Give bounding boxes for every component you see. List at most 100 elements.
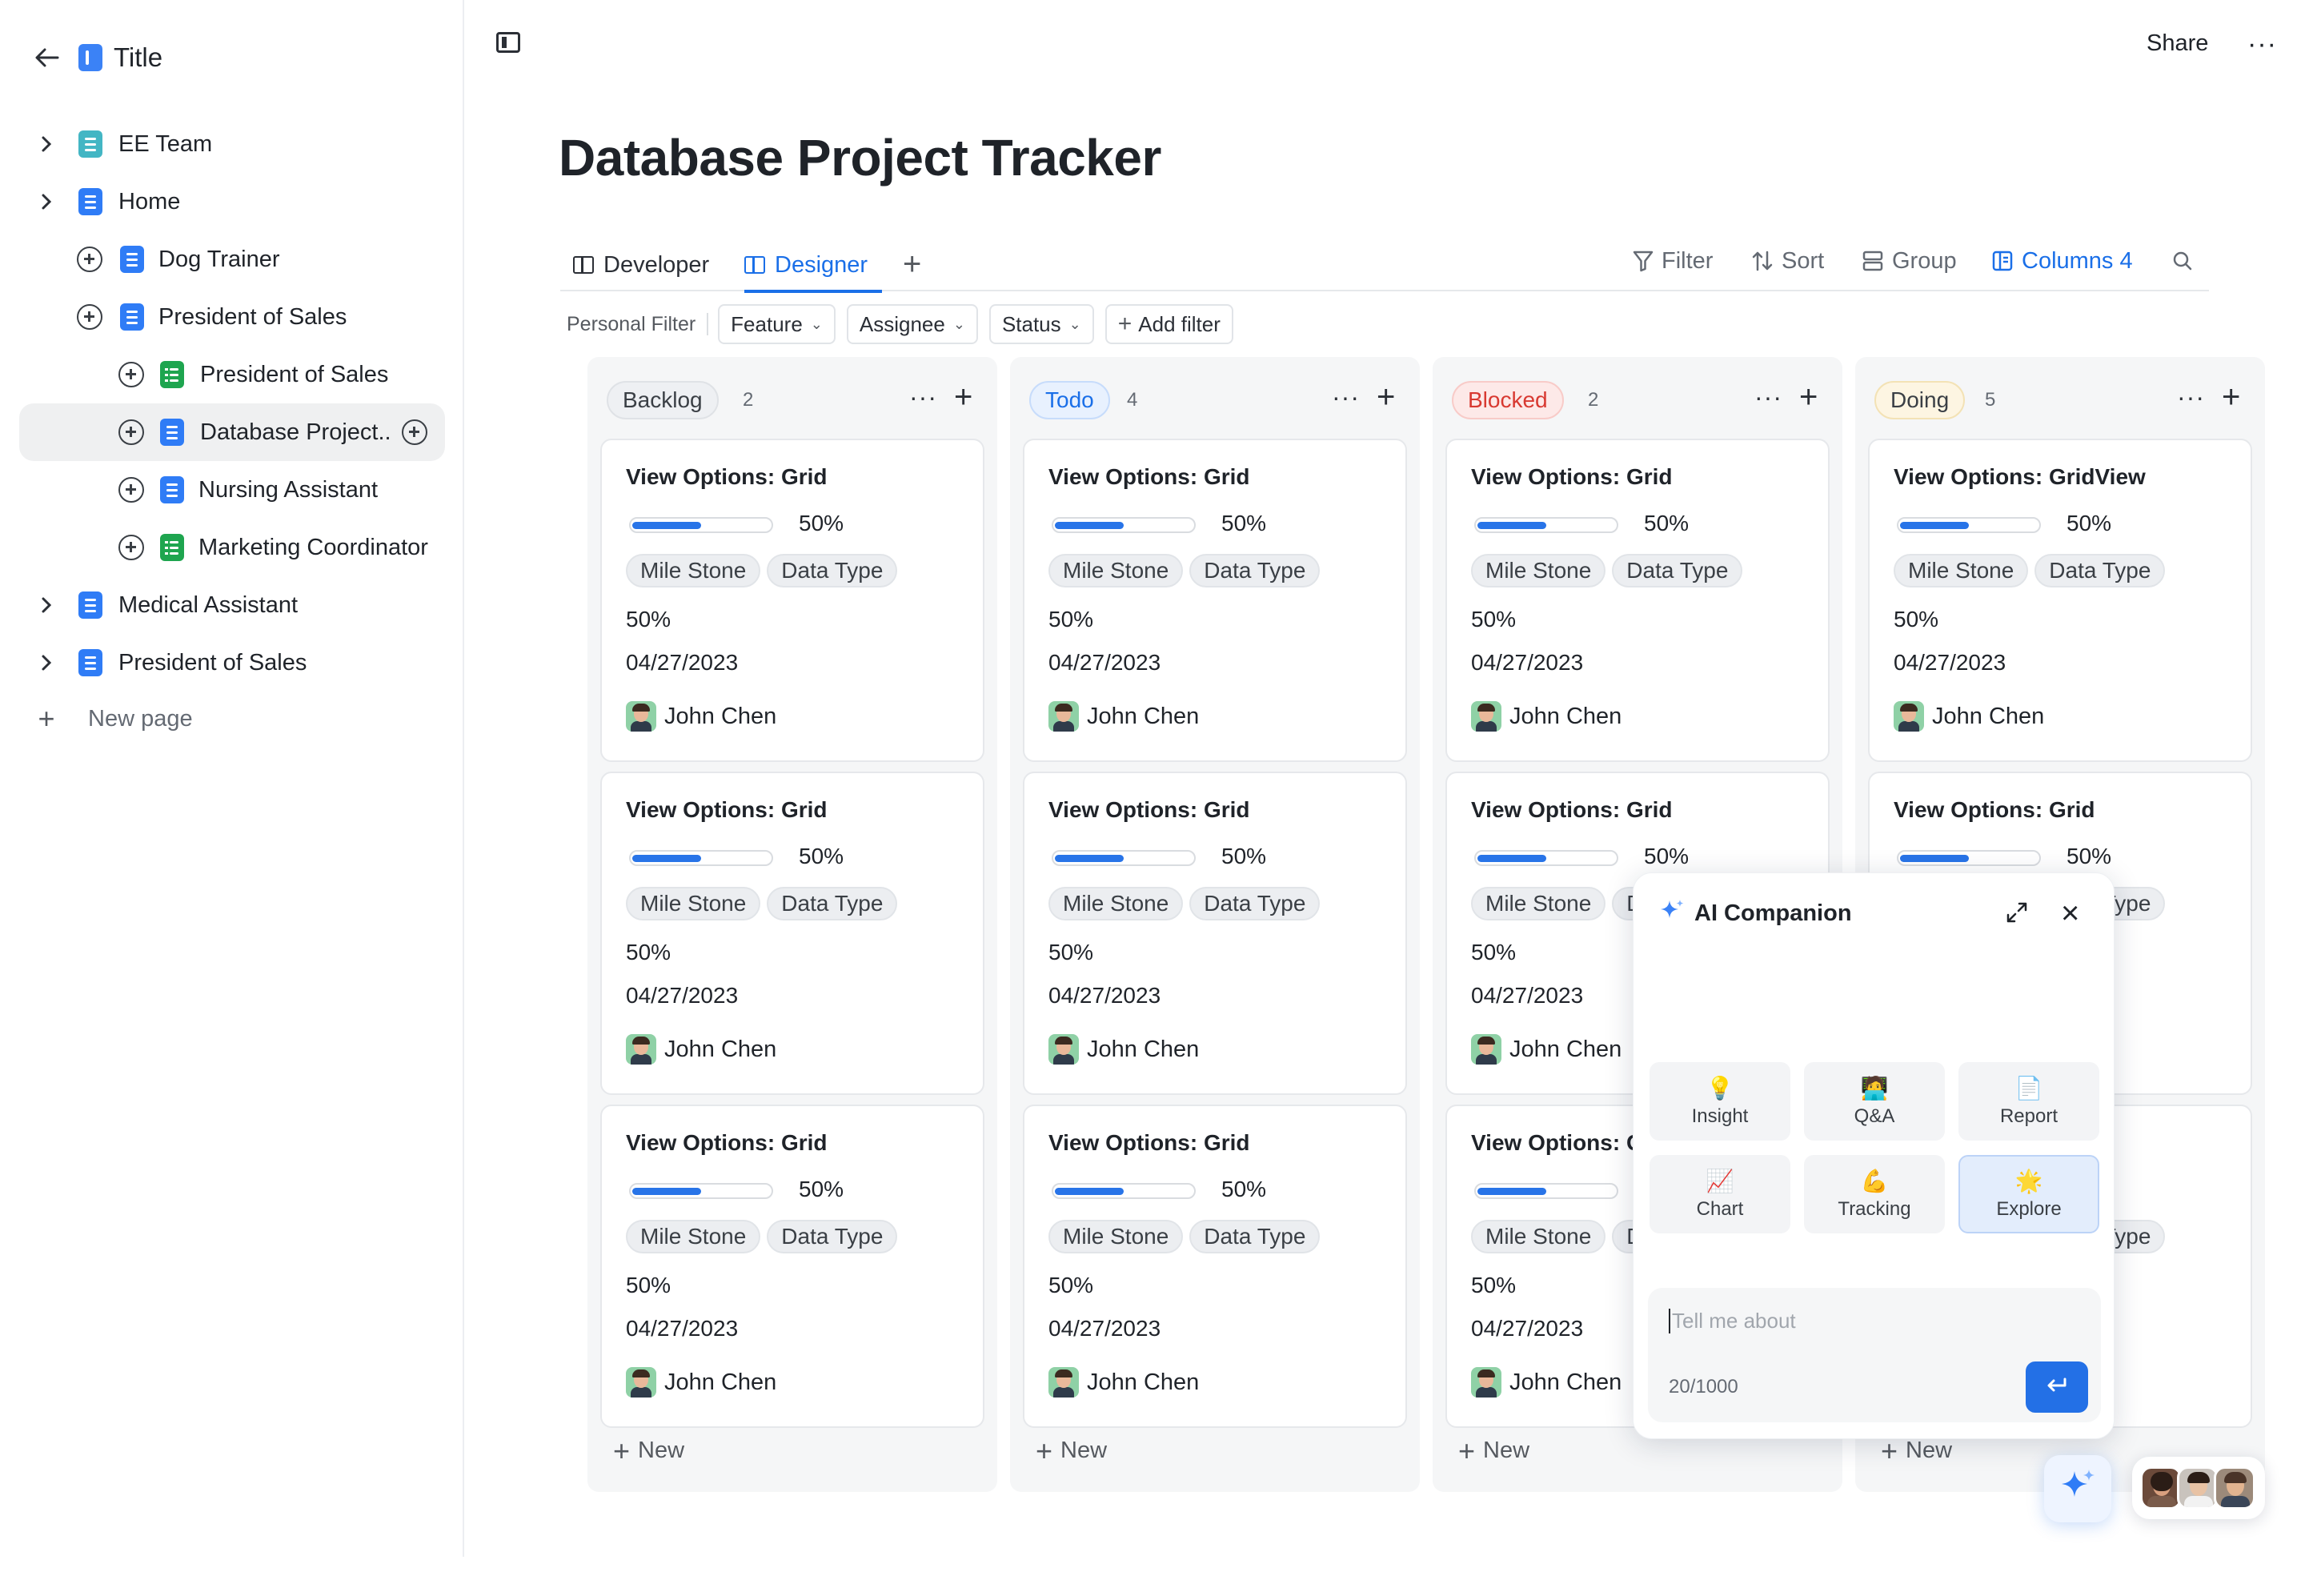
- new-card-button[interactable]: + New: [1458, 1436, 1529, 1465]
- search-button[interactable]: [2172, 245, 2201, 277]
- add-circle-icon[interactable]: [77, 304, 102, 330]
- tree-item-database-project[interactable]: Database Project..: [19, 403, 445, 461]
- ai-option-label: Insight: [1691, 1105, 1749, 1127]
- tree-item-president-of-sales-sheet[interactable]: President of Sales: [19, 346, 445, 403]
- tree-item-label: EE Team: [118, 130, 213, 157]
- add-filter-button[interactable]: + Add filter: [1104, 304, 1233, 344]
- personal-filter-label[interactable]: Personal Filter: [560, 313, 702, 336]
- more-options-icon[interactable]: ···: [2177, 383, 2205, 412]
- status-badge[interactable]: Todo: [1029, 381, 1110, 419]
- tree-item-dog-trainer[interactable]: Dog Trainer: [19, 231, 445, 288]
- tree-item-ee-team[interactable]: EE Team: [19, 115, 445, 173]
- ai-option-qa[interactable]: 🧑‍💻 Q&A: [1804, 1062, 1945, 1141]
- more-options-icon[interactable]: ···: [1754, 383, 1782, 412]
- add-view-button[interactable]: +: [903, 248, 921, 280]
- add-circle-icon[interactable]: [77, 247, 102, 272]
- card-title: View Options: Grid: [626, 797, 828, 822]
- card[interactable]: View Options: Grid 50% Mile Stone Data T…: [1023, 772, 1407, 1095]
- columns-button[interactable]: Columns 4: [1991, 245, 2133, 277]
- avatar: [2140, 1466, 2182, 1510]
- filter-button[interactable]: Filter: [1633, 245, 1713, 277]
- collaborators-avatars[interactable]: [2132, 1457, 2265, 1519]
- new-card-button[interactable]: + New: [1036, 1436, 1107, 1465]
- tree-item-label: President of Sales: [158, 303, 347, 330]
- card-tags: Mile Stone Data Type: [1048, 1220, 1326, 1253]
- add-card-icon[interactable]: +: [954, 381, 972, 413]
- share-button[interactable]: Share: [2147, 30, 2208, 57]
- card[interactable]: View Options: Grid 50% Mile Stone Data T…: [1023, 439, 1407, 762]
- tree-item-medical-assistant[interactable]: Medical Assistant: [19, 576, 445, 634]
- tab-developer[interactable]: Developer: [573, 239, 709, 291]
- more-options-icon[interactable]: ···: [909, 383, 937, 412]
- expand-icon[interactable]: [2005, 900, 2029, 928]
- avatar: [1471, 1367, 1501, 1398]
- close-icon[interactable]: ×: [2061, 897, 2079, 929]
- add-circle-icon[interactable]: [118, 477, 144, 503]
- add-circle-icon[interactable]: [118, 362, 144, 387]
- assignee: John Chen: [1048, 1367, 1199, 1398]
- tree-item-marketing-coordinator[interactable]: Marketing Coordinator: [19, 519, 445, 576]
- chip-label: Status: [1001, 311, 1061, 336]
- chevron-right-icon[interactable]: [32, 648, 61, 677]
- new-page-button[interactable]: + New page: [32, 704, 192, 733]
- card[interactable]: View Options: Grid 50% Mile Stone Data T…: [1445, 439, 1830, 762]
- filter-chip-feature[interactable]: Feature ⌄: [718, 304, 836, 344]
- add-card-icon[interactable]: +: [2222, 381, 2240, 413]
- chevron-right-icon[interactable]: [32, 591, 61, 620]
- filter-chip-status[interactable]: Status ⌄: [988, 304, 1094, 344]
- card[interactable]: View Options: Grid 50% Mile Stone Data T…: [600, 439, 984, 762]
- assignee-name: John Chen: [1509, 1369, 1622, 1395]
- ai-option-report[interactable]: 📄 Report: [1958, 1062, 2099, 1141]
- ai-assistant-button[interactable]: [2044, 1455, 2111, 1522]
- add-circle-icon[interactable]: [118, 419, 144, 445]
- status-badge[interactable]: Blocked: [1452, 381, 1564, 419]
- chevron-right-icon[interactable]: [32, 130, 61, 158]
- tag: Mile Stone: [1471, 554, 1606, 587]
- filter-chip-assignee[interactable]: Assignee ⌄: [846, 304, 978, 344]
- progress-bar: [1052, 517, 1196, 533]
- group-button[interactable]: Group: [1862, 245, 1957, 277]
- card[interactable]: View Options: GridView 50% Mile Stone Da…: [1868, 439, 2252, 762]
- assignee-name: John Chen: [1509, 1036, 1622, 1062]
- tree-item-label: Medical Assistant: [118, 591, 299, 618]
- ai-option-explore[interactable]: 🌟 Explore: [1958, 1155, 2099, 1233]
- enter-icon: [2046, 1377, 2068, 1398]
- ai-option-chart[interactable]: 📈 Chart: [1650, 1155, 1790, 1233]
- more-options-icon[interactable]: ···: [2247, 30, 2277, 58]
- card-date: 04/27/2023: [1048, 650, 1161, 675]
- card[interactable]: View Options: Grid 50% Mile Stone Data T…: [1023, 1105, 1407, 1428]
- card-title: View Options: Grid: [1894, 797, 2095, 822]
- back-arrow-icon[interactable]: [32, 38, 62, 77]
- progress-fill: [1900, 522, 1969, 529]
- tree-item-home[interactable]: Home: [19, 173, 445, 231]
- new-card-button[interactable]: + New: [1881, 1436, 1953, 1465]
- ai-option-label: Report: [1999, 1105, 2058, 1127]
- send-button[interactable]: [2026, 1361, 2088, 1413]
- ai-prompt-input[interactable]: Tell me about 20/1000: [1648, 1288, 2101, 1422]
- more-options-icon[interactable]: ···: [1332, 383, 1360, 412]
- chevron-right-icon[interactable]: [32, 187, 61, 216]
- tab-designer[interactable]: Designer: [744, 239, 882, 293]
- tree-item-president-of-sales-2[interactable]: President of Sales: [19, 634, 445, 692]
- new-card-button[interactable]: + New: [613, 1436, 684, 1465]
- tree-item-president-of-sales[interactable]: President of Sales: [19, 288, 445, 346]
- status-badge[interactable]: Backlog: [607, 381, 719, 419]
- new-card-label: New: [1906, 1438, 1953, 1463]
- card-tags: Mile Stone Data Type: [1894, 554, 2171, 587]
- add-subpage-icon[interactable]: [402, 419, 427, 445]
- character-counter: 20/1000: [1669, 1376, 1738, 1398]
- ai-option-insight[interactable]: 💡 Insight: [1650, 1062, 1790, 1141]
- column-count: 2: [743, 389, 754, 411]
- status-badge[interactable]: Doing: [1874, 381, 1966, 419]
- tree-item-nursing-assistant[interactable]: Nursing Assistant: [19, 461, 445, 519]
- sidebar-toggle-icon[interactable]: [496, 32, 520, 53]
- card[interactable]: View Options: Grid 50% Mile Stone Data T…: [600, 1105, 984, 1428]
- add-card-icon[interactable]: +: [1377, 381, 1395, 413]
- ai-option-tracking[interactable]: 💪 Tracking: [1804, 1155, 1945, 1233]
- add-card-icon[interactable]: +: [1799, 381, 1818, 413]
- add-circle-icon[interactable]: [118, 535, 144, 560]
- sort-button[interactable]: Sort: [1751, 245, 1824, 277]
- tag: Mile Stone: [1048, 887, 1184, 920]
- chip-label: Feature: [731, 311, 803, 336]
- card[interactable]: View Options: Grid 50% Mile Stone Data T…: [600, 772, 984, 1095]
